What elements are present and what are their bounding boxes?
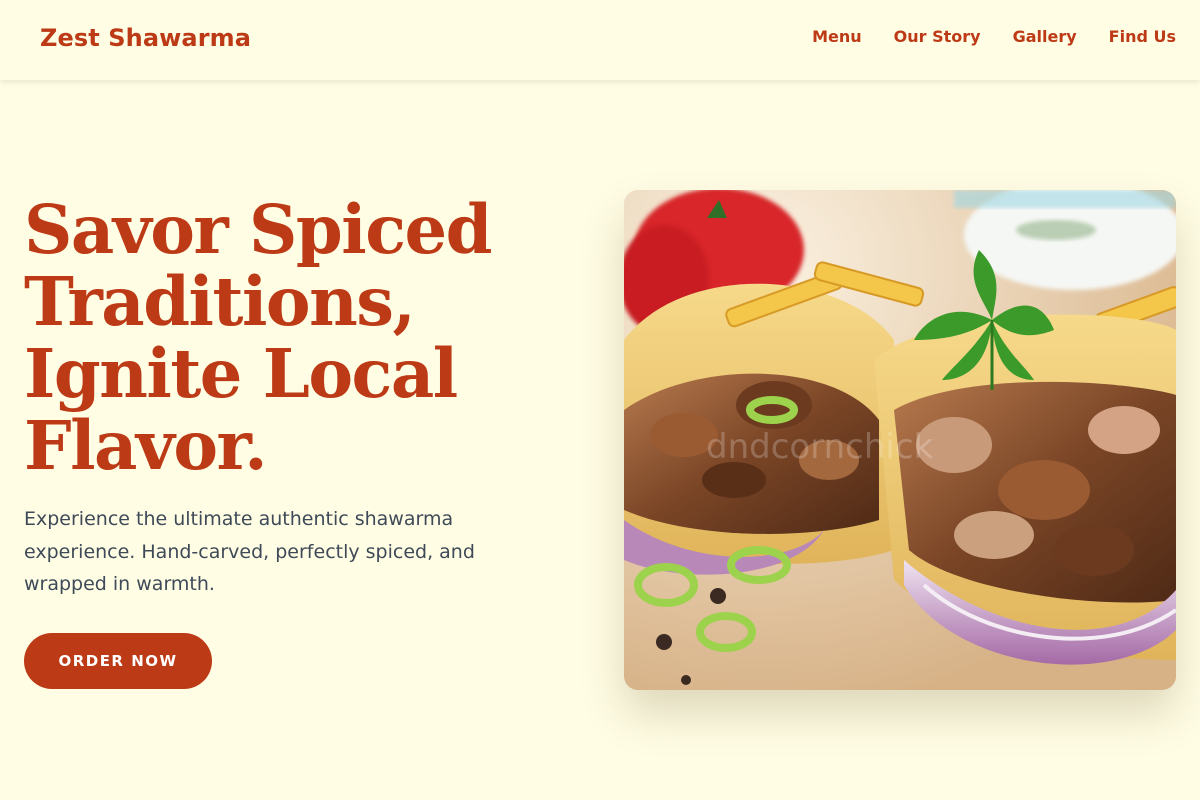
nav-item-our-story[interactable]: Our Story [894, 27, 981, 46]
site-header: Zest Shawarma Menu Our Story Gallery Fin… [0, 0, 1200, 80]
nav-item-menu[interactable]: Menu [812, 27, 862, 46]
image-watermark: dndcornchick [706, 427, 934, 467]
brand-logo-text[interactable]: Zest Shawarma [40, 24, 251, 52]
main-nav: Menu Our Story Gallery Find Us [812, 27, 1176, 46]
order-now-button[interactable]: ORDER NOW [24, 633, 212, 689]
shawarma-illustration: dndcornchick [624, 190, 1176, 690]
hero-title: Savor Spiced Traditions, Ignite Local Fl… [24, 190, 493, 485]
hero-food-image: dndcornchick [624, 190, 1176, 690]
nav-item-gallery[interactable]: Gallery [1013, 27, 1077, 46]
nav-item-find-us[interactable]: Find Us [1109, 27, 1176, 46]
hero-subtitle: Experience the ultimate authentic shawar… [24, 508, 475, 595]
